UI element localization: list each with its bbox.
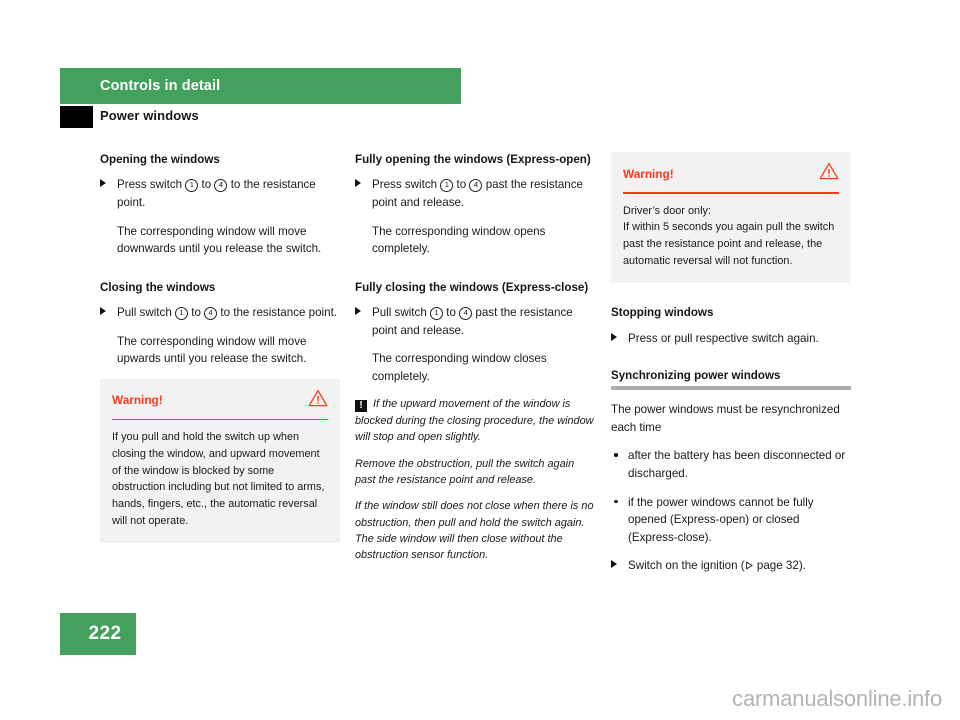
step-press-switch-to-resistance: Press switch 1 to 4 to the resistance po… xyxy=(100,176,340,211)
arrow-bullet-icon xyxy=(100,307,106,316)
step-text-to: to xyxy=(446,306,456,320)
heading-fully-closing-the-windows: Fully closing the windows (Express-close… xyxy=(355,280,589,294)
warning-body-text: Driver’s door only: If within 5 seconds … xyxy=(623,204,835,267)
note-paragraph-one: ! If the upward movement of the window is… xyxy=(355,396,595,445)
step-pull-switch-to-resistance: Pull switch 1 to 4 to the resistance poi… xyxy=(100,304,340,322)
column-three: Warning! Driver’s door only: If within 5… xyxy=(611,152,851,586)
circled-number-4-icon: 4 xyxy=(469,179,483,193)
warning-box-header: Warning! xyxy=(112,389,328,419)
warning-triangle-icon xyxy=(308,389,328,412)
page-number-box: 222 xyxy=(60,613,136,655)
circled-number-4-icon: 4 xyxy=(204,307,218,321)
step-stopping-windows: Press or pull respective switch again. xyxy=(611,330,851,348)
arrow-bullet-icon xyxy=(355,179,361,188)
step-text-to: to xyxy=(201,178,212,192)
column-two: Fully opening the windows (Express-open)… xyxy=(355,152,595,574)
step-pull-switch-past-resistance: Pull switch 1 to 4 past the resistance p… xyxy=(355,304,595,339)
step-text-prefix: Press switch xyxy=(372,178,438,192)
warning-divider xyxy=(112,418,328,421)
circled-number-4-icon: 4 xyxy=(459,307,473,321)
warning-triangle-icon xyxy=(819,162,839,185)
note-paragraph-two: Remove the obstruction, pull the switch … xyxy=(355,457,575,486)
bullet-text: after the battery has been disconnected … xyxy=(628,449,846,481)
step-text-to: to xyxy=(191,306,201,320)
arrow-bullet-icon xyxy=(100,179,106,188)
bullet-text: if the power windows cannot be fully ope… xyxy=(628,495,814,544)
warning-box-closing: Warning! If you pull and hold the switch… xyxy=(100,378,340,544)
page-number: 222 xyxy=(88,623,122,644)
chapter-title: Controls in detail xyxy=(100,78,221,94)
heading-synchronizing-power-windows: Synchronizing power windows xyxy=(611,369,781,383)
arrow-bullet-icon xyxy=(611,332,617,341)
circled-number-1-icon: 1 xyxy=(440,179,454,193)
section-tab-marker xyxy=(60,106,93,128)
note-text-one: If the upward movement of the window is … xyxy=(355,398,594,444)
warning-box-header: Warning! xyxy=(623,162,839,192)
paragraph-closes-completely: The corresponding window closes complete… xyxy=(372,352,547,383)
step-text-prefix: Press switch xyxy=(117,178,183,192)
circled-number-1-icon: 1 xyxy=(175,307,188,321)
arrow-bullet-icon xyxy=(355,307,361,316)
note-paragraph-three: If the window still does not close when … xyxy=(355,500,594,562)
step-press-switch-past-resistance: Press switch 1 to 4 past the resistance … xyxy=(355,176,595,211)
warning-title: Warning! xyxy=(112,393,163,408)
step-text-prefix: Pull switch xyxy=(372,306,427,320)
step-text-to: to xyxy=(456,178,467,192)
step-text-prefix: Switch on the ignition ( xyxy=(628,559,745,573)
heading-fully-opening-the-windows: Fully opening the windows (Express-open) xyxy=(355,153,591,166)
circled-number-1-icon: 1 xyxy=(185,179,199,193)
step-text: Press or pull respective switch again. xyxy=(628,331,819,345)
heading-stopping-windows: Stopping windows xyxy=(611,306,714,320)
arrow-bullet-icon xyxy=(611,560,617,569)
bullet-cannot-be-fully-opened: if the power windows cannot be fully ope… xyxy=(611,494,851,547)
paragraph-closing-result: The corresponding window will move upwar… xyxy=(117,334,307,366)
step-text-suffix: ). xyxy=(798,559,806,573)
page-reference-link[interactable]: page 32 xyxy=(757,559,799,572)
paragraph-opens-completely: The corresponding window opens completel… xyxy=(372,224,546,256)
bullet-battery-disconnected: after the battery has been disconnected … xyxy=(611,447,851,482)
paragraph-sync-intro: The power windows must be resynchronized… xyxy=(611,403,840,434)
dot-bullet-icon xyxy=(614,499,618,504)
heading-closing-the-windows: Closing the windows xyxy=(100,280,216,294)
section-header-row: Power windows xyxy=(60,106,461,128)
heading-rule-divider xyxy=(611,386,851,391)
chapter-header-bar: Controls in detail xyxy=(60,68,461,104)
warning-box-drivers-door: Warning! Driver’s door only: If within 5… xyxy=(611,152,851,284)
paragraph-opening-result: The corresponding window will move downw… xyxy=(117,224,322,256)
column-one: Opening the windows Press switch 1 to 4 … xyxy=(100,152,340,544)
warning-body-text: If you pull and hold the switch up when … xyxy=(112,431,325,527)
note-exclamation-icon: ! xyxy=(355,400,367,413)
step-switch-on-ignition: Switch on the ignition ( page 32). xyxy=(611,557,851,575)
step-text-suffix: to the resistance point. xyxy=(220,306,338,320)
dot-bullet-icon xyxy=(614,453,618,457)
step-text-prefix: Pull switch xyxy=(117,306,172,320)
warning-divider xyxy=(623,192,839,194)
warning-title: Warning! xyxy=(623,166,674,181)
circled-number-1-icon: 1 xyxy=(430,307,443,321)
circled-number-4-icon: 4 xyxy=(214,179,228,193)
page-reference-arrow-icon xyxy=(745,559,754,572)
heading-opening-the-windows: Opening the windows xyxy=(100,153,220,166)
section-title: Power windows xyxy=(100,108,199,123)
watermark-text: carmanualsonline.info xyxy=(732,686,942,711)
